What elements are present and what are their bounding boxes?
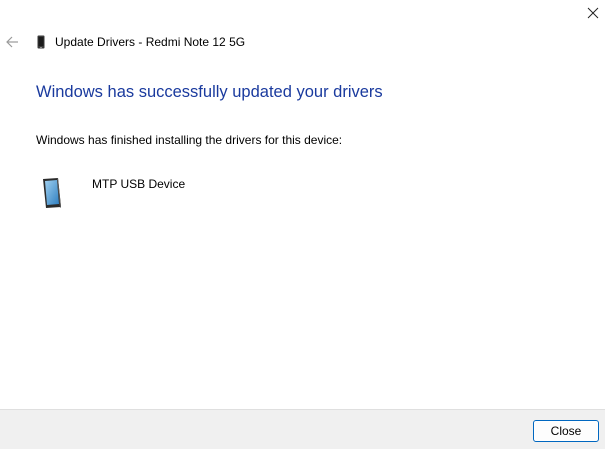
close-icon[interactable] — [585, 5, 601, 21]
window-header: Update Drivers - Redmi Note 12 5G — [0, 33, 605, 53]
back-arrow-icon[interactable] — [4, 34, 20, 50]
status-description: Windows has finished installing the driv… — [36, 133, 343, 147]
page-heading: Windows has successfully updated your dr… — [36, 83, 383, 101]
device-name: MTP USB Device — [92, 177, 186, 191]
update-drivers-window: Update Drivers - Redmi Note 12 5G Window… — [0, 0, 605, 449]
close-button[interactable]: Close — [533, 420, 599, 442]
phone-icon — [37, 35, 45, 49]
dialog-footer: Close — [0, 409, 605, 449]
window-title: Update Drivers - Redmi Note 12 5G — [55, 35, 246, 49]
phone-device-icon — [43, 178, 61, 208]
